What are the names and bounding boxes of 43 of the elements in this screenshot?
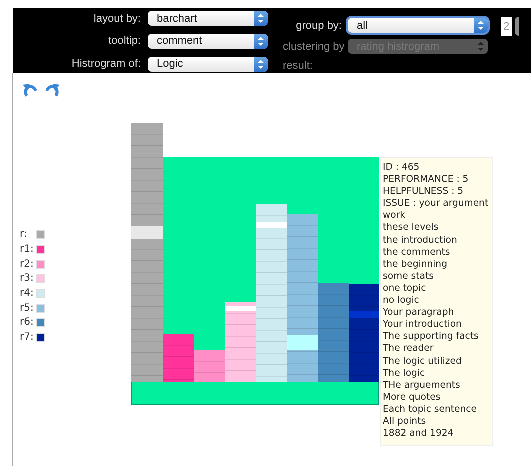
tooltip-line: Your paragraph	[383, 307, 456, 320]
tooltip-line: these levels	[383, 222, 440, 235]
field-label: tooltip:	[108, 35, 141, 48]
undo-button[interactable]	[22, 81, 39, 98]
legend-label: r6:	[20, 317, 35, 328]
dropdown-select[interactable]: all	[348, 18, 488, 33]
tooltip-line: The reader	[383, 343, 435, 356]
tooltip-line: ID : 465	[383, 162, 421, 174]
tooltip-line: the comments	[383, 246, 452, 259]
tooltip-line: ISSUE : your argument	[383, 198, 490, 210]
legend-label: r2:	[20, 258, 35, 270]
stepper-control[interactable]	[515, 17, 519, 36]
tooltip-line: one topic	[383, 282, 428, 296]
legend-label: r7:	[20, 332, 35, 343]
field-label: Histrogram of:	[70, 58, 141, 70]
tooltip-line: 1882 and 1924	[383, 428, 455, 440]
tooltip-line: the introduction	[383, 234, 458, 247]
tooltip-line: no logic	[383, 295, 420, 308]
dropdown-select[interactable]: Logic	[148, 56, 268, 72]
legend-label: r1:	[20, 244, 35, 255]
tooltip-line: the beginning	[383, 258, 448, 271]
legend-label: r3:	[20, 273, 35, 284]
tooltip-line: The logic utilized	[383, 356, 463, 368]
tooltip-line: work	[383, 210, 406, 222]
tooltip-line: The supporting facts	[383, 331, 480, 344]
tooltip-line: some stats	[383, 270, 435, 283]
dropdown-select[interactable]: barchart	[148, 11, 268, 26]
tooltip-line: The logic	[383, 368, 426, 380]
result-label: result:	[282, 60, 314, 72]
field-label: group by:	[295, 20, 342, 32]
tooltip-line: Your introduction	[383, 319, 463, 332]
legend-label: r5:	[20, 302, 35, 314]
tooltip-line: All points	[383, 416, 428, 428]
redo-button[interactable]	[44, 81, 61, 98]
tooltip-line: THe arguements	[383, 380, 462, 392]
field-label: layout by:	[92, 12, 141, 25]
tooltip-line: More quotes	[383, 392, 442, 404]
tooltip-line: Each topic sentence	[383, 404, 478, 416]
tooltip-line: PERFORMANCE : 5	[383, 174, 470, 186]
tooltip-line: HELPFULNESS : 5	[383, 186, 465, 198]
dropdown-select[interactable]: comment	[148, 34, 268, 49]
legend-label: r4:	[20, 288, 35, 299]
legend-label: r:	[20, 229, 28, 240]
